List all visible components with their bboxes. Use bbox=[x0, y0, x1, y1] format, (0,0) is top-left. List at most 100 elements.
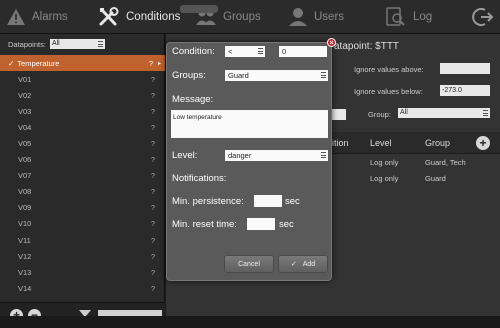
min-reset-label: Min. reset time: bbox=[172, 219, 237, 230]
list-item[interactable]: V03? bbox=[0, 103, 165, 119]
list-item-label: V10 bbox=[18, 219, 32, 229]
table-cell-level: Log only bbox=[370, 158, 399, 167]
message-textarea[interactable]: Low temperature bbox=[171, 110, 328, 138]
message-label: Message: bbox=[172, 94, 214, 105]
logout-button[interactable] bbox=[472, 6, 494, 33]
list-item[interactable]: V01? bbox=[0, 71, 165, 87]
groups-select[interactable]: Guard bbox=[225, 70, 328, 81]
list-item[interactable]: V09? bbox=[0, 200, 165, 216]
level-select[interactable]: danger bbox=[225, 150, 328, 161]
list-item-label: Temperature bbox=[17, 58, 60, 68]
add-condition-button[interactable]: + bbox=[476, 136, 490, 150]
close-dialog-button[interactable]: × bbox=[327, 38, 336, 47]
select-grip-icon bbox=[97, 41, 103, 47]
list-item-label: V04 bbox=[18, 122, 32, 132]
ignore-above-input[interactable] bbox=[440, 63, 490, 74]
condition-operator-value: < bbox=[228, 47, 233, 56]
status-badge: ? bbox=[150, 122, 155, 132]
log-search-icon bbox=[386, 7, 405, 26]
list-item-label: V05 bbox=[18, 139, 32, 149]
datapoints-list: ✓ Temperature ? ▸ V01? V02? V03? V04? V0… bbox=[0, 55, 165, 296]
nav-conditions[interactable]: Conditions bbox=[98, 0, 180, 34]
list-item[interactable]: V13? bbox=[0, 264, 165, 280]
groups-label: Groups: bbox=[172, 70, 206, 81]
status-badge: ? bbox=[150, 219, 155, 229]
nav-users[interactable]: Users bbox=[288, 0, 344, 34]
datapoints-label: Datapoints: bbox=[8, 39, 46, 49]
list-item[interactable]: V05? bbox=[0, 135, 165, 151]
list-item[interactable]: V10? bbox=[0, 216, 165, 232]
add-button-label: Add bbox=[302, 260, 316, 268]
condition-operator-select[interactable]: < bbox=[225, 46, 265, 57]
list-item[interactable]: ✓ Temperature ? ▸ bbox=[0, 55, 165, 72]
condition-label: Condition: bbox=[172, 46, 215, 57]
ignore-below-input[interactable]: -273.0 bbox=[440, 85, 490, 96]
status-badge: ? bbox=[150, 171, 155, 181]
datapoints-select-value: All bbox=[51, 40, 60, 47]
datapoints-panel: Datapoints: All ✓ Temperature ? ▸ V01? V… bbox=[0, 34, 165, 328]
status-badge: ? bbox=[148, 58, 153, 68]
warning-icon bbox=[7, 9, 25, 25]
column-header-group: Group bbox=[425, 138, 451, 148]
ignore-above-label: Ignore values above: bbox=[354, 65, 424, 74]
list-item-label: V14 bbox=[18, 283, 32, 293]
nav-alarms[interactable]: Alarms bbox=[6, 0, 68, 34]
status-badge: ? bbox=[150, 90, 155, 100]
check-icon: ✓ bbox=[290, 261, 297, 268]
status-badge: ? bbox=[150, 74, 155, 84]
logout-icon bbox=[472, 8, 494, 26]
list-item-label: V11 bbox=[18, 235, 31, 245]
user-icon bbox=[289, 8, 307, 26]
list-item-label: V12 bbox=[18, 251, 32, 261]
tools-icon bbox=[99, 7, 119, 26]
status-badge: ? bbox=[150, 203, 155, 213]
ignore-below-label: Ignore values below: bbox=[354, 87, 423, 96]
list-item[interactable]: V02? bbox=[0, 87, 165, 103]
group-filter-select[interactable]: All bbox=[398, 108, 490, 118]
status-badge: ? bbox=[150, 155, 155, 165]
select-grip-icon bbox=[321, 152, 326, 158]
status-badge: ? bbox=[150, 235, 155, 245]
column-header-level: Level bbox=[370, 138, 392, 148]
cancel-button[interactable]: Cancel bbox=[224, 255, 274, 273]
min-persistence-input[interactable] bbox=[254, 195, 282, 207]
select-grip-icon bbox=[483, 110, 488, 116]
list-item[interactable]: V04? bbox=[0, 119, 165, 135]
table-cell-group: Guard bbox=[425, 174, 446, 183]
min-reset-input[interactable] bbox=[247, 218, 275, 230]
group-filter-label: Group: bbox=[368, 110, 391, 119]
list-item[interactable]: V06? bbox=[0, 152, 165, 168]
datapoints-select[interactable]: All bbox=[49, 39, 105, 49]
table-cell-level: Log only bbox=[370, 174, 399, 183]
list-item-label: V13 bbox=[18, 267, 32, 277]
list-item[interactable]: V08? bbox=[0, 184, 165, 200]
status-badge: ? bbox=[150, 267, 155, 277]
list-item[interactable]: V14? bbox=[0, 280, 165, 296]
condition-value-input[interactable]: 0 bbox=[279, 46, 327, 57]
datapoints-filter: Datapoints: All bbox=[0, 34, 164, 54]
min-persistence-unit: sec bbox=[285, 196, 300, 207]
list-item[interactable]: V07? bbox=[0, 168, 165, 184]
nav-conditions-label: Conditions bbox=[126, 11, 181, 23]
status-badge: ? bbox=[150, 283, 155, 293]
select-grip-icon bbox=[258, 48, 263, 54]
list-item[interactable]: V12? bbox=[0, 248, 165, 264]
left-partial-input[interactable] bbox=[332, 109, 346, 120]
table-cell-group: Guard, Tech bbox=[425, 158, 466, 167]
list-item-label: V01 bbox=[18, 74, 32, 84]
nav-alarms-label: Alarms bbox=[32, 11, 68, 23]
select-grip-icon bbox=[321, 72, 326, 78]
top-nav: Alarms Conditions Groups Users Log bbox=[0, 0, 500, 34]
min-persistence-label: Min. persistence: bbox=[172, 196, 244, 207]
nav-log[interactable]: Log bbox=[385, 0, 432, 34]
status-badge: ? bbox=[150, 106, 155, 116]
check-icon: ✓ bbox=[8, 58, 15, 68]
add-button[interactable]: ✓ Add bbox=[278, 255, 328, 273]
list-item[interactable]: V11? bbox=[0, 232, 165, 248]
status-badge: ? bbox=[150, 251, 155, 261]
level-select-value: danger bbox=[228, 151, 252, 160]
list-item-label: V07 bbox=[18, 171, 32, 181]
groups-select-value: Guard bbox=[228, 71, 249, 80]
panel-tab[interactable] bbox=[180, 5, 218, 13]
list-item-label: V02 bbox=[18, 90, 32, 100]
